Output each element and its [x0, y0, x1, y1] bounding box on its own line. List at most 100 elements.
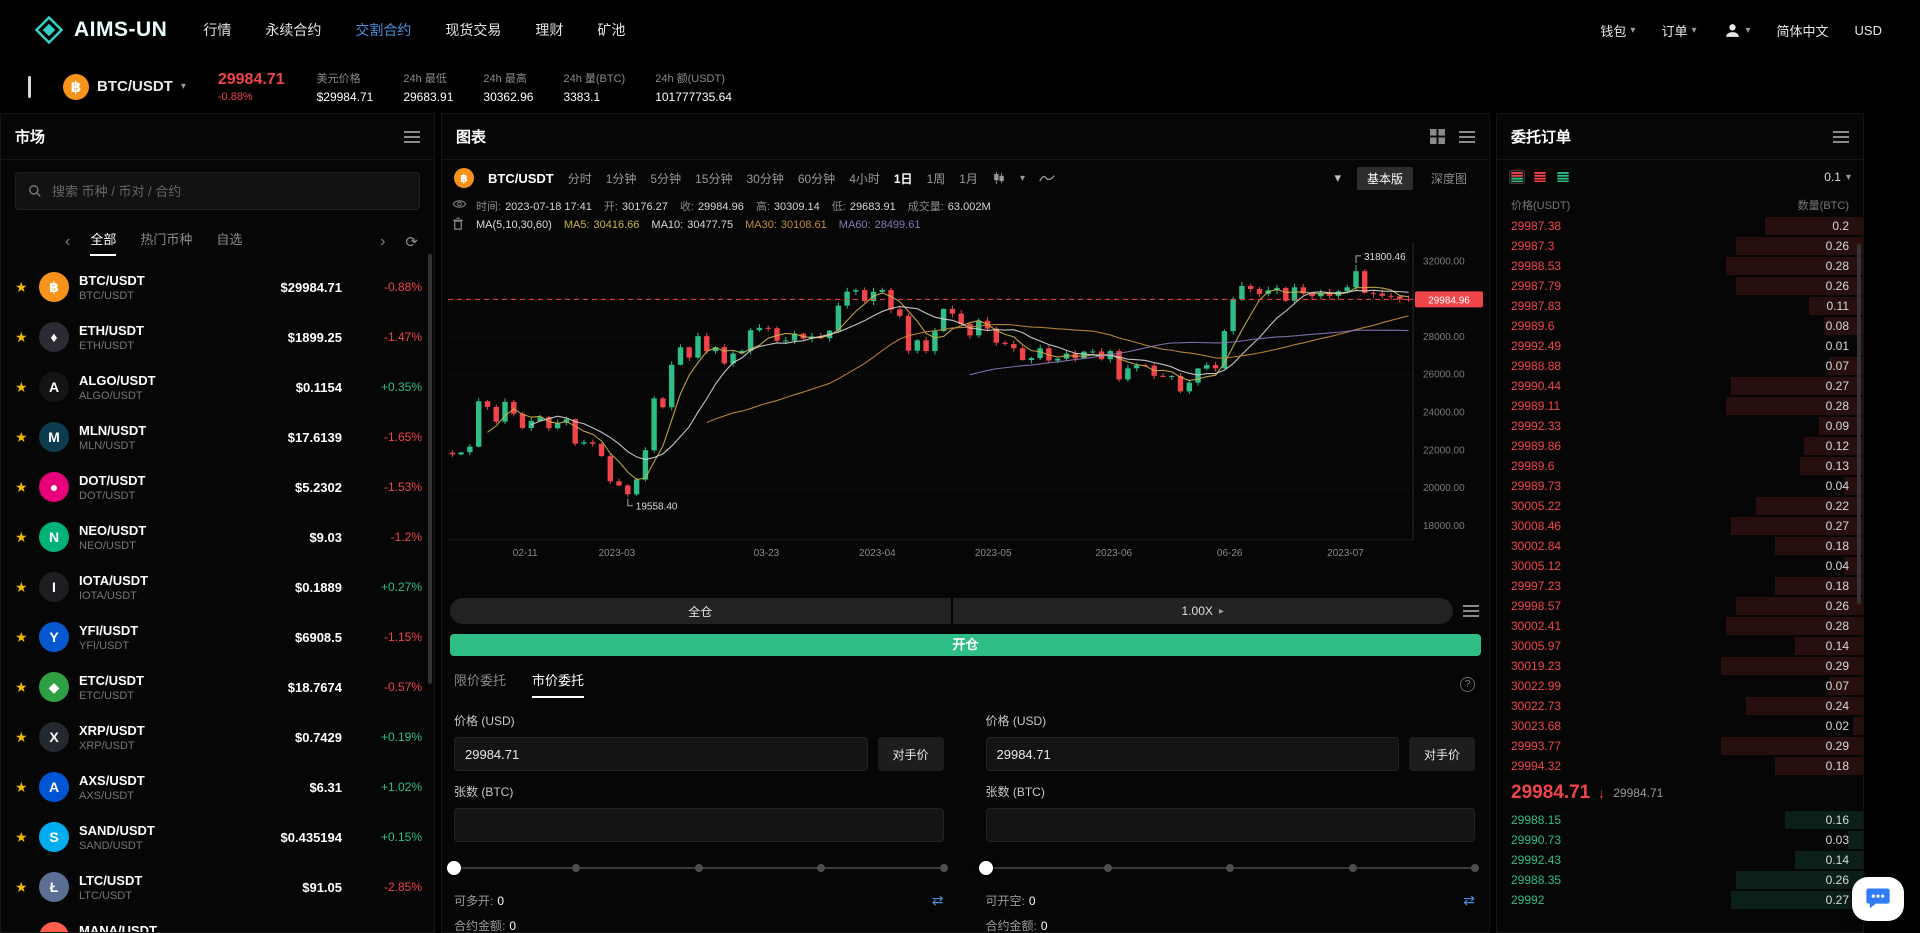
transfer-icon[interactable]: ⇄: [1463, 892, 1475, 909]
chart-mode-1[interactable]: 深度图: [1421, 167, 1477, 190]
timeframe-1分钟[interactable]: 1分钟: [606, 170, 637, 187]
chart-mode-0[interactable]: 基本版: [1357, 167, 1413, 190]
ask-row[interactable]: 29994.320.18: [1497, 756, 1863, 776]
ask-row[interactable]: 30002.840.18: [1497, 536, 1863, 556]
orderbook-view-bids-icon[interactable]: [1555, 170, 1571, 184]
chevron-down-icon[interactable]: ▾: [1020, 173, 1025, 184]
collapse-chart-icon[interactable]: ▾: [1334, 170, 1341, 186]
market-tab-1[interactable]: 热门币种: [140, 229, 192, 256]
account-menu[interactable]: ▾: [1723, 21, 1751, 40]
pair-selector[interactable]: ฿ BTC/USDT ▾: [63, 74, 186, 100]
favorite-star-icon[interactable]: ★: [15, 679, 39, 696]
market-row-algo-usdt[interactable]: ★AALGO/USDTALGO/USDT$0.1154+0.35%: [1, 362, 434, 412]
ask-row[interactable]: 29989.110.28: [1497, 396, 1863, 416]
ask-row[interactable]: 30023.680.02: [1497, 716, 1863, 736]
bid-row[interactable]: 29990.730.03: [1497, 830, 1863, 850]
market-tab-2[interactable]: 自选: [216, 229, 242, 256]
ask-row[interactable]: 29987.30.26: [1497, 236, 1863, 256]
ask-row[interactable]: 29987.830.11: [1497, 296, 1863, 316]
transfer-icon[interactable]: ⇄: [932, 892, 944, 909]
menu-icon[interactable]: [1463, 605, 1479, 617]
market-row-mln-usdt[interactable]: ★MMLN/USDTMLN/USDT$17.6139-1.65%: [1, 412, 434, 462]
ask-row[interactable]: 29992.490.01: [1497, 336, 1863, 356]
slider-handle[interactable]: [447, 861, 461, 875]
ask-row[interactable]: 30002.410.28: [1497, 616, 1863, 636]
timeframe-60分钟[interactable]: 60分钟: [798, 170, 835, 187]
market-row-dot-usdt[interactable]: ★●DOT/USDTDOT/USDT$5.2302-1.53%: [1, 462, 434, 512]
timeframe-1日[interactable]: 1日: [894, 170, 913, 187]
ask-row[interactable]: 29989.730.04: [1497, 476, 1863, 496]
market-row-eth-usdt[interactable]: ★♦ETH/USDTETH/USDT$1899.25-1.47%: [1, 312, 434, 362]
orderbook-precision-select[interactable]: 0.1 ▾: [1824, 170, 1851, 184]
short-amount-input[interactable]: [986, 808, 1476, 842]
scroll-right-icon[interactable]: ›: [380, 233, 385, 251]
bid-row[interactable]: 29992.430.14: [1497, 850, 1863, 870]
long-price-input[interactable]: [454, 737, 868, 771]
orderbook-view-asks-icon[interactable]: [1532, 170, 1548, 184]
favorite-star-icon[interactable]: ★: [15, 729, 39, 746]
market-row-sand-usdt[interactable]: ★SSAND/USDTSAND/USDT$0.435194+0.15%: [1, 812, 434, 862]
trash-icon[interactable]: [452, 217, 464, 230]
orderbook-view-both-icon[interactable]: [1509, 170, 1525, 184]
candlestick-chart[interactable]: 32000.0030000.0028000.0026000.0024000.00…: [442, 236, 1489, 588]
menu-icon[interactable]: [1459, 131, 1475, 143]
ask-row[interactable]: 30008.460.27: [1497, 516, 1863, 536]
timeframe-15分钟[interactable]: 15分钟: [695, 170, 732, 187]
chart-area[interactable]: 32000.0030000.0028000.0026000.0024000.00…: [442, 236, 1489, 588]
favorite-star-icon[interactable]: ★: [15, 479, 39, 496]
nav-item-pool[interactable]: 矿池: [597, 20, 625, 40]
timeframe-1月[interactable]: 1月: [959, 170, 978, 187]
timeframe-5分钟[interactable]: 5分钟: [650, 170, 681, 187]
timeframe-1周[interactable]: 1周: [927, 170, 946, 187]
search-input[interactable]: [50, 183, 407, 200]
long-counter-price-button[interactable]: 对手价: [878, 737, 944, 771]
eye-icon[interactable]: [452, 198, 467, 210]
slider-handle[interactable]: [979, 861, 993, 875]
candle-style-icon[interactable]: [992, 171, 1006, 185]
ask-row[interactable]: 29989.60.13: [1497, 456, 1863, 476]
timeframe-4小时[interactable]: 4小时: [849, 170, 880, 187]
indicator-line-icon[interactable]: [1039, 172, 1055, 184]
market-row-iota-usdt[interactable]: ★IIOTA/USDTIOTA/USDT$0.1889+0.27%: [1, 562, 434, 612]
nav-item-delivery[interactable]: 交割合约: [355, 20, 411, 40]
leverage-button[interactable]: 1.00X ▸: [953, 598, 1454, 624]
market-row-ltc-usdt[interactable]: ★ŁLTC/USDTLTC/USDT$91.05-2.85%: [1, 862, 434, 912]
favorite-star-icon[interactable]: ★: [15, 329, 39, 346]
market-row-mana-usdt[interactable]: ★MMANA/USDTMANA/USDT$0.4084-0.12%: [1, 912, 434, 932]
ask-row[interactable]: 29987.380.2: [1497, 216, 1863, 236]
nav-item-spot[interactable]: 现货交易: [445, 20, 501, 40]
ask-row[interactable]: 30019.230.29: [1497, 656, 1863, 676]
long-amount-input[interactable]: [454, 808, 944, 842]
order-type-tab-1[interactable]: 市价委托: [532, 670, 584, 698]
order-type-tab-0[interactable]: 限价委托: [454, 670, 506, 698]
ask-row[interactable]: 30005.120.04: [1497, 556, 1863, 576]
ask-row[interactable]: 29987.790.26: [1497, 276, 1863, 296]
ask-row[interactable]: 29989.860.12: [1497, 436, 1863, 456]
orders-menu[interactable]: 订单 ▾: [1661, 21, 1696, 40]
market-row-yfi-usdt[interactable]: ★YYFI/USDTYFI/USDT$6908.5-1.15%: [1, 612, 434, 662]
long-amount-slider[interactable]: [454, 860, 944, 876]
nav-item-market[interactable]: 行情: [203, 20, 231, 40]
timeframe-分时[interactable]: 分时: [568, 170, 592, 187]
short-price-input[interactable]: [986, 737, 1400, 771]
ask-row[interactable]: 29990.440.27: [1497, 376, 1863, 396]
ask-row[interactable]: 29997.230.18: [1497, 576, 1863, 596]
ask-row[interactable]: 30022.730.24: [1497, 696, 1863, 716]
favorite-star-icon[interactable]: ★: [15, 779, 39, 796]
open-position-button[interactable]: 开仓: [450, 634, 1481, 656]
ask-row[interactable]: 30005.220.22: [1497, 496, 1863, 516]
ask-row[interactable]: 30005.970.14: [1497, 636, 1863, 656]
bid-row[interactable]: 299920.27: [1497, 890, 1863, 910]
market-row-xrp-usdt[interactable]: ★XXRP/USDTXRP/USDT$0.7429+0.19%: [1, 712, 434, 762]
favorite-star-icon[interactable]: ★: [15, 629, 39, 646]
nav-item-perpetual[interactable]: 永续合约: [265, 20, 321, 40]
language-selector[interactable]: 简体中文: [1777, 21, 1829, 40]
menu-icon[interactable]: [1833, 131, 1849, 143]
margin-mode-button[interactable]: 全仓: [450, 598, 951, 624]
favorite-star-icon[interactable]: ★: [15, 279, 39, 296]
short-counter-price-button[interactable]: 对手价: [1409, 737, 1475, 771]
scroll-left-icon[interactable]: ‹: [65, 233, 70, 251]
ask-row[interactable]: 30022.990.07: [1497, 676, 1863, 696]
ask-row[interactable]: 29988.530.28: [1497, 256, 1863, 276]
ask-row[interactable]: 29988.880.07: [1497, 356, 1863, 376]
